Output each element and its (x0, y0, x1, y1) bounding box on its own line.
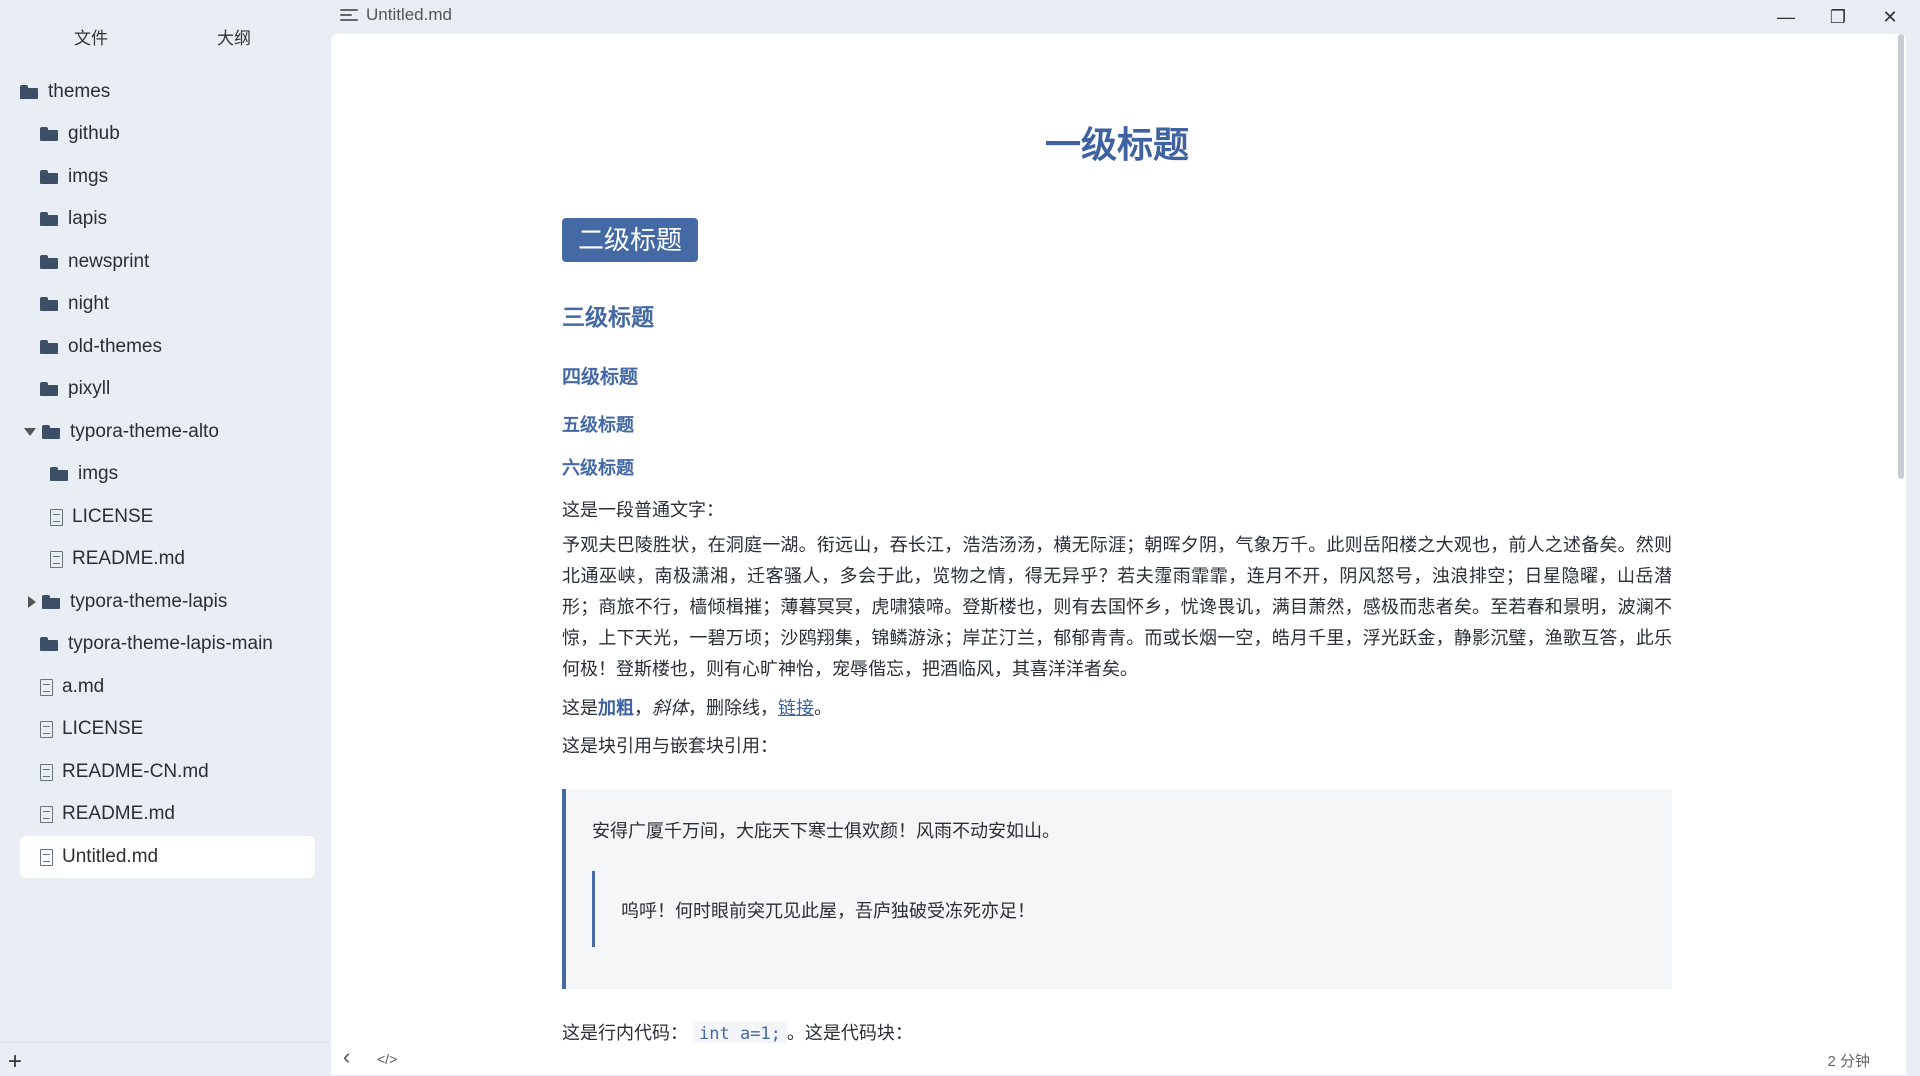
editor-footer: ‹ </> 2 分钟 (331, 1043, 1906, 1075)
file-icon (40, 805, 53, 823)
tree-item-imgs-nested[interactable]: imgs (50, 456, 118, 492)
document-title: Untitled.md (366, 5, 452, 24)
tree-item-label: LICENSE (72, 506, 154, 527)
heading-6: 六级标题 (562, 458, 634, 478)
folder-icon (40, 340, 58, 354)
bold-text: 加粗 (598, 698, 634, 718)
heading-3: 三级标题 (562, 304, 654, 330)
blockquote: 安得广厦千万间，大庇天下寒士俱欢颜！风雨不动安如山。 呜呼！何时眼前突兀见此屋，… (562, 789, 1672, 989)
file-icon (40, 763, 53, 781)
scrollbar[interactable] (1898, 34, 1904, 479)
tree-item-typora-theme-lapis[interactable]: typora-theme-lapis (28, 584, 227, 620)
close-button[interactable]: ✕ (1864, 0, 1916, 34)
tree-item-label: lapis (68, 208, 108, 229)
folder-icon (40, 212, 58, 226)
intro-paragraph: 这是一段普通文字： (562, 500, 724, 520)
tree-item-label: LICENSE (62, 718, 144, 739)
folder-icon (40, 382, 58, 396)
tree-item-label: typora-theme-lapis (70, 591, 228, 612)
link[interactable]: 链接 (778, 698, 814, 718)
format-prefix: 这是 (562, 698, 598, 718)
tree-item-label: README.md (72, 548, 185, 569)
title-bar: Untitled.md — ❐ ✕ (0, 0, 1920, 34)
tree-item-themes[interactable]: themes (20, 74, 110, 110)
tree-item-a-md[interactable]: a.md (40, 669, 104, 705)
sidebar: 文件 大纲 themes github imgs lapis newsprint… (0, 0, 330, 1076)
tree-item-label: README.md (62, 803, 175, 824)
separator: ， (634, 698, 652, 718)
heading-1: 一级标题 (1044, 124, 1189, 165)
folder-icon (40, 255, 58, 269)
back-button[interactable]: ‹ (343, 1044, 350, 1070)
file-icon (40, 848, 53, 866)
word-count[interactable]: 2 分钟 (1827, 1050, 1870, 1071)
tree-item-lapis[interactable]: lapis (40, 201, 107, 237)
tree-item-untitled[interactable]: Untitled.md (20, 836, 315, 878)
blockquote-text: 安得广厦千万间，大庇天下寒士俱欢颜！风雨不动安如山。 (592, 821, 1060, 841)
tree-item-label: old-themes (68, 336, 162, 357)
tree-item-label: Untitled.md (62, 846, 159, 867)
nested-blockquote-text: 呜呼！何时眼前突兀见此屋，吾庐独破受冻死亦足！ (621, 901, 1035, 921)
tree-item-label: imgs (78, 463, 119, 484)
folder-icon (40, 637, 58, 651)
tree-item-label: themes (48, 81, 111, 102)
tree-item-license-nested[interactable]: LICENSE (50, 499, 153, 535)
tree-item-label: pixyll (68, 378, 111, 399)
tree-item-github[interactable]: github (40, 116, 120, 152)
nested-blockquote: 呜呼！何时眼前突兀见此屋，吾庐独破受冻死亦足！ (592, 871, 1035, 947)
tree-item-license[interactable]: LICENSE (40, 711, 143, 747)
folder-icon (50, 467, 68, 481)
tree-item-readme[interactable]: README.md (40, 796, 175, 832)
file-icon (40, 678, 53, 696)
folder-icon (40, 127, 58, 141)
document-title-area: Untitled.md (340, 5, 452, 25)
tree-item-label: night (68, 293, 110, 314)
chevron-right-icon[interactable] (28, 596, 36, 608)
heading-2: 二级标题 (562, 218, 699, 262)
editor[interactable]: 一级标题 二级标题 三级标题 四级标题 五级标题 六级标题 这是一段普通文字： … (331, 34, 1906, 1074)
tree-item-newsprint[interactable]: newsprint (40, 244, 149, 280)
tree-item-imgs[interactable]: imgs (40, 159, 108, 195)
format-paragraph: 这是加粗，斜体，删除线，链接。 (562, 694, 1672, 720)
tree-item-typora-theme-alto[interactable]: typora-theme-alto (24, 414, 219, 450)
code-suffix: 。这是代码块： (786, 1023, 913, 1043)
add-file-button[interactable]: + (8, 1050, 22, 1074)
tree-item-readme-cn[interactable]: README-CN.md (40, 754, 209, 790)
strikethrough-text: ，删除线， (688, 698, 778, 718)
file-icon (40, 720, 53, 738)
tree-item-night[interactable]: night (40, 286, 109, 322)
tree-item-label: a.md (62, 676, 105, 697)
sidebar-divider (0, 1042, 330, 1043)
heading-5: 五级标题 (562, 415, 634, 435)
tree-item-label: github (68, 123, 120, 144)
chevron-down-icon[interactable] (24, 428, 36, 436)
minimize-button[interactable]: — (1760, 0, 1812, 34)
file-icon (50, 508, 63, 526)
tree-item-pixyll[interactable]: pixyll (40, 371, 110, 407)
long-paragraph: 予观夫巴陵胜状，在洞庭一湖。衔远山，吞长江，浩浩汤汤，横无际涯；朝晖夕阴，气象万… (562, 535, 1672, 679)
heading-4: 四级标题 (562, 367, 639, 388)
tree-item-typora-theme-lapis-main[interactable]: typora-theme-lapis-main (40, 626, 273, 662)
folder-icon (40, 170, 58, 184)
file-icon (50, 550, 63, 568)
maximize-button[interactable]: ❐ (1812, 0, 1864, 34)
code-paragraph: 这是行内代码： int a=1; 。这是代码块： (562, 1019, 1672, 1046)
period: 。 (814, 698, 832, 718)
tree-item-label: imgs (68, 166, 109, 187)
italic-text: 斜体 (652, 698, 688, 718)
tree-item-readme-nested[interactable]: README.md (50, 541, 185, 577)
tree-item-label: typora-theme-alto (70, 421, 219, 442)
tree-item-old-themes[interactable]: old-themes (40, 329, 162, 365)
folder-icon (40, 297, 58, 311)
tree-item-label: README-CN.md (62, 761, 209, 782)
menu-icon[interactable] (340, 8, 358, 22)
tree-item-label: typora-theme-lapis-main (68, 633, 273, 654)
folder-icon (42, 425, 60, 439)
folder-icon (42, 595, 60, 609)
quote-intro: 这是块引用与嵌套块引用： (562, 736, 778, 756)
source-code-button[interactable]: </> (377, 1051, 397, 1067)
tree-item-label: newsprint (68, 251, 150, 272)
folder-icon (20, 85, 38, 99)
code-prefix: 这是行内代码： (562, 1023, 688, 1043)
